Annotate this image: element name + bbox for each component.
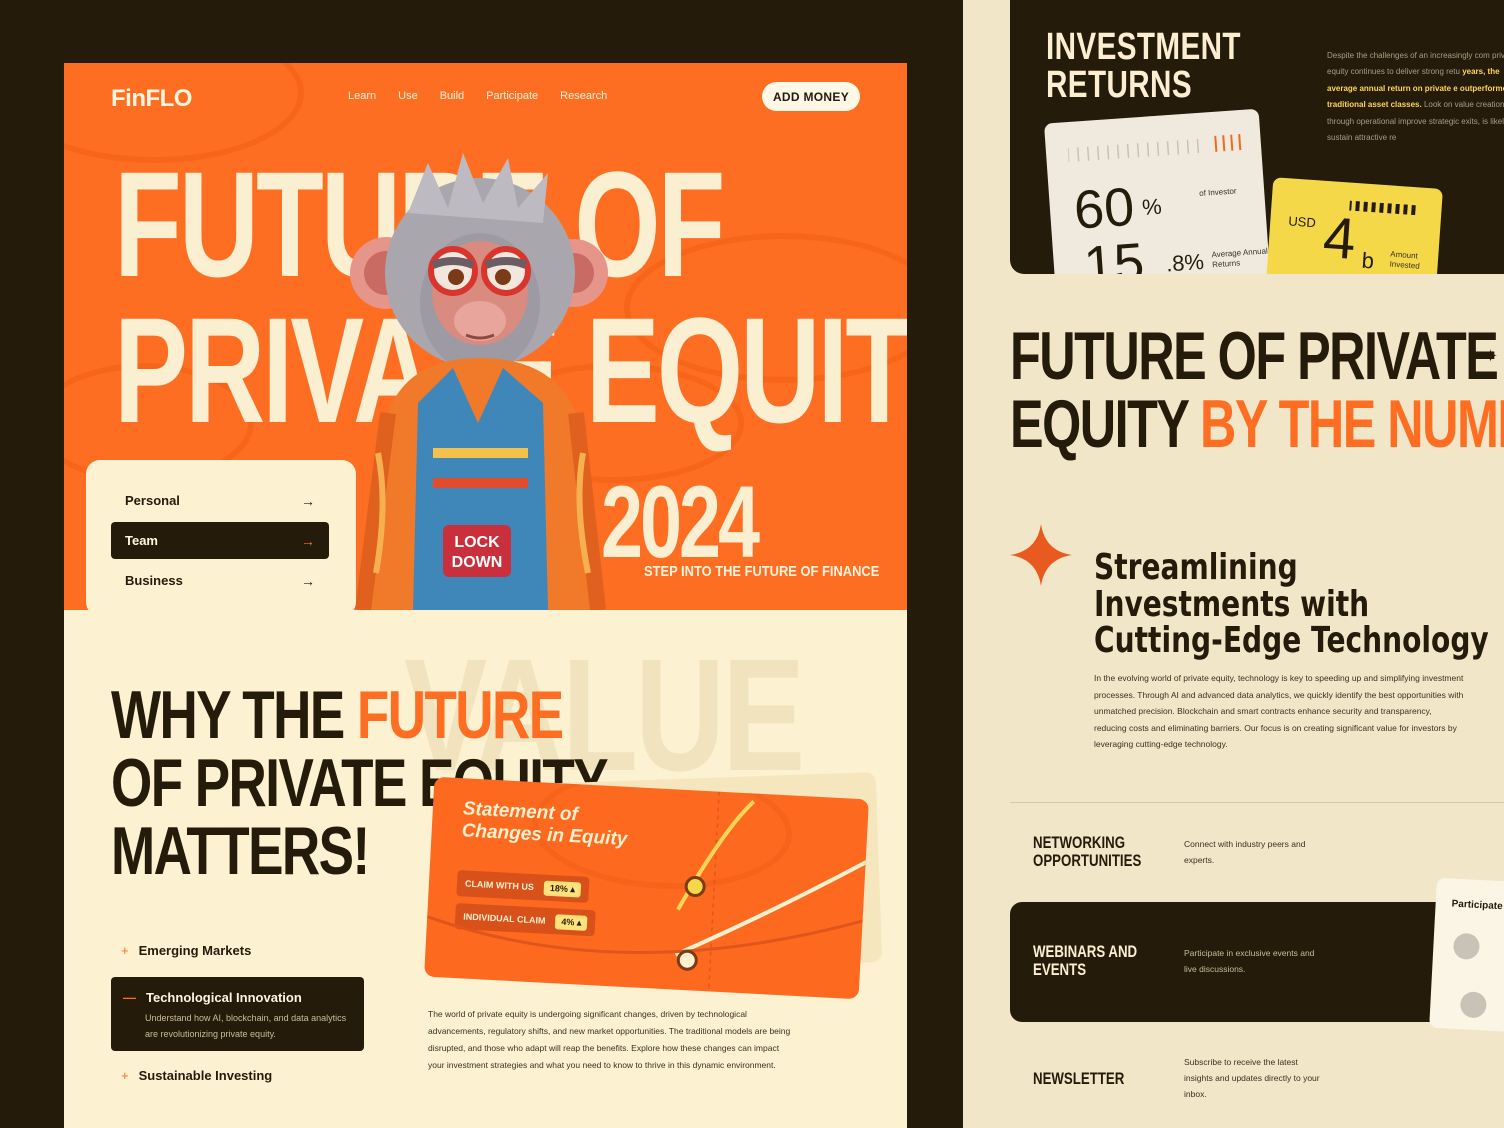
numbers-heading-line1: FUTURE OF PRIVATE bbox=[1010, 318, 1499, 394]
hero-tagline: STEP INTO THE FUTURE OF FINANCE bbox=[644, 563, 880, 580]
stat-investor-value: 60 bbox=[1072, 176, 1137, 241]
add-money-button[interactable]: ADD MONEY bbox=[762, 82, 860, 111]
heading-line: Investments with bbox=[1094, 583, 1370, 625]
minus-icon: — bbox=[123, 990, 136, 1005]
accordion-label: Sustainable Investing bbox=[138, 1068, 273, 1083]
feature-newsletter-title: NEWSLETTER bbox=[1033, 1069, 1125, 1088]
plus-icon: + bbox=[121, 1068, 129, 1083]
title-line: INVESTMENT bbox=[1046, 26, 1241, 68]
feature-newsletter-desc: Subscribe to receive the latest insights… bbox=[1184, 1057, 1320, 1100]
landing-page-main: FinFLO Learn Use Build Participate Resea… bbox=[64, 63, 907, 1128]
arrow-right-icon: → bbox=[301, 492, 315, 509]
heading-text: EQUITY bbox=[1010, 386, 1201, 462]
accordion-label: Emerging Markets bbox=[138, 943, 252, 958]
hero-year: 2024 bbox=[601, 465, 760, 579]
nav-learn[interactable]: Learn bbox=[348, 90, 376, 102]
nav-build[interactable]: Build bbox=[440, 90, 464, 102]
numbers-heading-line2: EQUITY BY THE NUMB bbox=[1010, 390, 1504, 458]
amount-value: 4 bbox=[1321, 204, 1358, 273]
stat-investor-unit: % bbox=[1141, 193, 1163, 221]
growth-curve bbox=[426, 791, 869, 992]
investment-returns-title: INVESTMENT RETURNS bbox=[1046, 28, 1241, 104]
avatar bbox=[1459, 991, 1488, 1019]
investment-returns-card: INVESTMENT RETURNS Despite the challenge… bbox=[1010, 0, 1504, 274]
statement-card: Statement of Changes in Equity CLAIM WIT… bbox=[424, 776, 869, 1000]
title-line: RETURNS bbox=[1046, 64, 1193, 106]
stat-returns-unit: .8% bbox=[1165, 248, 1205, 274]
tab-business[interactable]: Business → bbox=[111, 562, 329, 599]
sparkle-icon: ✦ bbox=[1483, 346, 1499, 366]
intro-paragraph: The world of private equity is undergoin… bbox=[428, 1009, 791, 1070]
why-highlight: FUTURE bbox=[356, 677, 564, 753]
landing-page-secondary: INVESTMENT RETURNS Despite the challenge… bbox=[963, 0, 1504, 1128]
audience-tabs: Personal → Team → Business → bbox=[86, 460, 356, 616]
amount-card: USD 4 b Amount Invested bbox=[1265, 177, 1443, 274]
divider bbox=[1010, 802, 1504, 803]
nav-research[interactable]: Research bbox=[560, 90, 607, 102]
tab-personal[interactable]: Personal → bbox=[111, 482, 329, 519]
arrow-right-icon: → bbox=[301, 532, 315, 549]
tab-label: Business bbox=[125, 573, 183, 588]
heading-line: Cutting-Edge Technology bbox=[1094, 620, 1489, 662]
nav-use[interactable]: Use bbox=[398, 90, 418, 102]
why-heading-line3: MATTERS! bbox=[111, 813, 370, 889]
title-line: WEBINARS AND bbox=[1033, 942, 1138, 961]
curve-point bbox=[684, 876, 706, 898]
tab-label: Personal bbox=[125, 493, 180, 508]
avatar bbox=[1452, 932, 1481, 961]
why-text: WHY THE bbox=[111, 677, 357, 753]
tick-bar bbox=[1067, 134, 1242, 163]
nav-participate[interactable]: Participate bbox=[486, 90, 538, 102]
accordion-technological-innovation[interactable]: — Technological Innovation Understand how… bbox=[111, 977, 364, 1051]
amount-currency: USD bbox=[1287, 213, 1317, 231]
streamlining-heading: Streamlining Investments with Cutting-Ed… bbox=[1094, 547, 1489, 662]
feature-networking-desc: Connect with industry peers and experts. bbox=[1184, 839, 1306, 866]
participate-popup: Participate In bbox=[1429, 877, 1504, 1033]
arrow-right-icon: → bbox=[301, 572, 315, 589]
investment-returns-text: Despite the challenges of an increasingl… bbox=[1327, 48, 1504, 146]
title-line: EVENTS bbox=[1033, 960, 1087, 980]
accordion-description: Understand how AI, blockchain, and data … bbox=[145, 1013, 347, 1039]
plus-icon: + bbox=[121, 943, 129, 958]
amount-unit: b bbox=[1360, 247, 1375, 274]
stats-card: 60 % of Investor 15 .8% Average Annual R… bbox=[1043, 108, 1272, 274]
stat-returns-value: 15 bbox=[1081, 232, 1147, 274]
logo[interactable]: FinFLO bbox=[111, 85, 192, 113]
title-line: NETWORKING bbox=[1033, 833, 1126, 852]
accordion-emerging-markets[interactable]: + Emerging Markets bbox=[121, 943, 374, 958]
mascot-illustration: LOCK DOWN bbox=[350, 153, 608, 610]
why-heading-line1: WHY THE FUTURE bbox=[111, 681, 564, 749]
feature-webinars-title: WEBINARS AND EVENTS bbox=[1033, 942, 1138, 980]
heading-highlight: BY THE NUMB bbox=[1200, 386, 1504, 462]
amount-label: Amount Invested bbox=[1389, 249, 1421, 272]
tick-bar bbox=[1349, 200, 1416, 216]
feature-networking-title: NETWORKING OPPORTUNITIES bbox=[1033, 833, 1142, 871]
star-icon bbox=[1010, 524, 1072, 586]
accordion-sustainable-investing[interactable]: + Sustainable Investing bbox=[121, 1068, 374, 1083]
streamlining-paragraph: In the evolving world of private equity,… bbox=[1094, 673, 1464, 750]
svg-text:DOWN: DOWN bbox=[452, 554, 503, 571]
top-nav: Learn Use Build Participate Research bbox=[348, 90, 607, 102]
title-line: OPPORTUNITIES bbox=[1033, 851, 1142, 871]
stat-returns-label: Average Annual Returns bbox=[1211, 246, 1269, 270]
tab-team[interactable]: Team → bbox=[111, 522, 329, 559]
stat-investor-label: of Investor bbox=[1198, 186, 1237, 199]
svg-text:LOCK: LOCK bbox=[454, 534, 500, 551]
accordion-label: Technological Innovation bbox=[146, 990, 302, 1005]
heading-line: Streamlining bbox=[1094, 547, 1298, 588]
curve-point bbox=[676, 949, 698, 971]
participate-title: Participate In bbox=[1451, 898, 1504, 913]
tab-label: Team bbox=[125, 533, 158, 548]
feature-webinars-desc: Participate in exclusive events and live… bbox=[1184, 948, 1315, 975]
